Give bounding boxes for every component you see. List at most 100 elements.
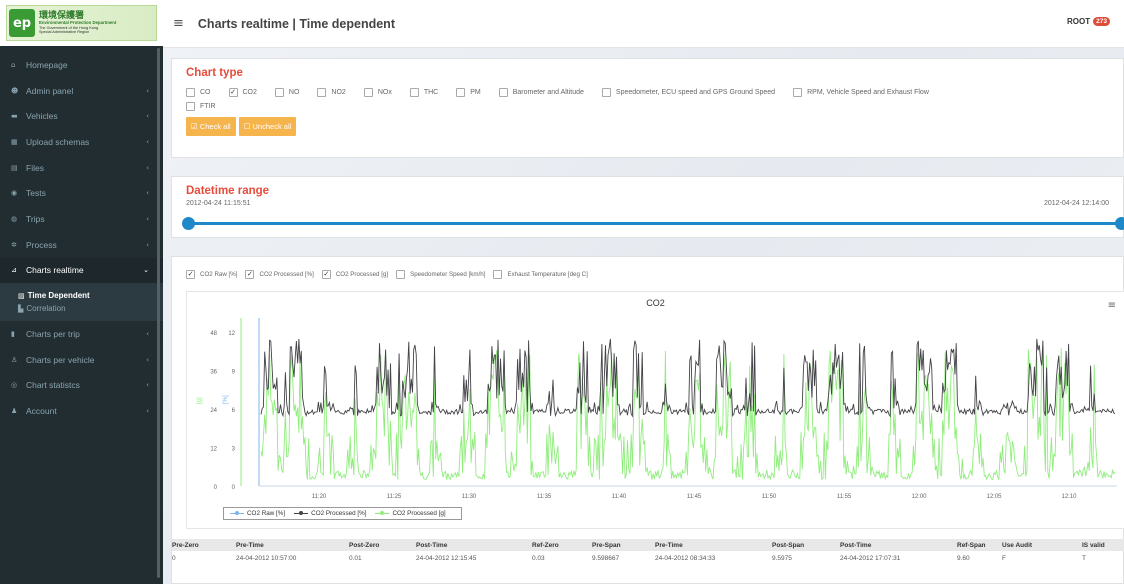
sidebar-item-charts-realtime[interactable]: ⊿ Charts realtime ⌄ [0,257,163,284]
chart-type-option[interactable]: Barometer and Altitude [498,85,584,99]
sidebar-item-charts-per-vehicle[interactable]: ♙ Charts per vehicle ‹ [0,347,163,373]
datetime-range-title: Datetime range [186,185,270,197]
checkbox-icon[interactable] [601,87,611,97]
chart-type-option[interactable]: NO [274,85,299,99]
hamburger-menu-icon[interactable]: ≡ [173,16,184,31]
series-toggle[interactable]: Speedometer Speed [km/h] [396,267,485,281]
chart-type-option[interactable]: THC [409,85,439,99]
users-icon: ☻ [11,86,19,95]
check-all-button[interactable]: ☑ Check all [186,117,236,136]
checkbox-icon[interactable] [793,87,803,97]
range-start-label: 2012-04-24 11:15:51 [186,200,251,207]
chevron-left-icon: ‹ [146,240,149,249]
sidebar-subitem-correlation[interactable]: ▙ Correlation [0,302,163,315]
chart-title: CO2 [646,298,665,308]
chart-type-option[interactable]: RPM, Vehicle Speed and Exhaust Flow [793,85,929,99]
table-header-cell[interactable]: Pre-Span [592,542,621,549]
table-header-cell[interactable]: Pre-Time [655,542,683,549]
sidebar-item-homepage[interactable]: ⌂ Homepage [0,52,163,78]
series-toggle[interactable]: ✓ CO2 Processed [%] [245,267,314,281]
checkbox-checked-icon[interactable]: ✓ [186,269,195,279]
checkbox-icon[interactable] [186,87,195,97]
sidebar-item-files[interactable]: ▤ Files ‹ [0,155,163,181]
checkbox-icon[interactable] [498,87,508,97]
datetime-slider-track[interactable] [190,222,1119,225]
sidebar-item-chart-statistics[interactable]: ◎ Chart statistcs ‹ [0,373,163,399]
sidebar-item-vehicles[interactable]: ▬ Vehicles ‹ [0,103,163,129]
table-header-cell[interactable]: IS valid [1082,542,1105,549]
table-header-cell[interactable]: Post-Time [840,542,871,549]
series-toggle[interactable]: Exhaust Temperature [deg C] [493,267,588,281]
series-toggle[interactable]: ✓ CO2 Raw [%] [186,267,237,281]
table-header-cell[interactable]: Pre-Time [236,542,264,549]
series-toggle[interactable]: ✓ CO2 Processed [g] [321,267,388,281]
slider-handle-end[interactable] [1115,217,1124,230]
sidebar-item-trips[interactable]: ◍ Trips ‹ [0,206,163,232]
checkbox-icon[interactable] [274,87,284,97]
y-left-tick-label: 12 [210,447,217,453]
legend-item-co2-processed-pct[interactable]: CO2 Processed [%] [294,510,366,517]
table-header-cell[interactable]: Post-Span [772,542,804,549]
legend-item-co2-raw[interactable]: CO2 Raw [%] [230,510,285,517]
x-tick-label: 11:30 [462,494,477,500]
chart-type-box: Chart type CO ✓ CO2 NO NO2 NOx THC PM Barometer … [171,58,1124,158]
home-icon: ⌂ [11,60,16,69]
chart-menu-icon[interactable]: ≡ [1108,300,1116,311]
chevron-left-icon: ‹ [146,86,149,95]
table-row: 0 24-04-2012 10:57:00 0.01 24-04-2012 12:15… [172,551,1124,565]
slider-handle-start[interactable] [182,217,195,230]
table-header-cell[interactable]: Use Audit [1002,542,1032,549]
legend-item-co2-processed-g[interactable]: CO2 Processed [g] [375,510,446,517]
table-header-cell[interactable]: Ref-Span [957,542,986,549]
checkbox-icon[interactable] [317,87,327,97]
sidebar-scrollbar[interactable] [157,48,160,578]
x-tick-label: 11:40 [612,494,627,500]
checkbox-checked-icon[interactable]: ✓ [228,87,238,97]
checkbox-icon[interactable] [409,87,419,97]
chevron-left-icon: ‹ [146,330,149,339]
chart-type-option[interactable]: NOx [363,85,392,99]
checkbox-checked-icon[interactable]: ✓ [245,269,255,279]
checkbox-icon[interactable] [493,269,503,279]
uncheck-all-button[interactable]: ☐ Uncheck all [238,117,297,136]
chevron-left-icon: ‹ [146,214,149,223]
chart-type-option[interactable]: PM [456,85,481,99]
table-header-cell[interactable]: Post-Zero [349,542,379,549]
checkbox-icon[interactable] [456,87,466,97]
sidebar-item-charts-per-trip[interactable]: ▮ Charts per trip ‹ [0,321,163,347]
series-toggle-label: CO2 Raw [%] [200,270,238,278]
x-tick-label: 12:00 [911,494,927,500]
globe-icon: ◎ [11,381,18,390]
chart-type-option[interactable]: ✓ CO2 [228,85,257,99]
sidebar-item-tests[interactable]: ◉ Tests ‹ [0,180,163,206]
x-tick-label: 11:20 [312,494,327,500]
y-left-tick-label: 48 [210,331,217,337]
sidebar-menu: ⌂ Homepage ☻ Admin panel ‹ ▬ Vehicles ‹ ▦ Uplo… [0,46,163,424]
x-tick-label: 11:35 [537,494,552,500]
table-cell: 24-04-2012 10:57:00 [236,554,297,562]
chart-panel: ✓ CO2 Raw [%] ✓ CO2 Processed [%] ✓ CO2 Proce… [171,256,1124,584]
sidebar-subitem-time-dependent[interactable]: ▨ Time Dependent [0,289,163,302]
user-menu[interactable]: ROOT 273 [1067,17,1110,26]
sidebar-item-account[interactable]: ♟ Account ‹ [0,398,163,424]
checkbox-icon[interactable] [363,87,373,97]
table-cell: T [1082,554,1086,562]
square-icon: ☐ [243,122,251,131]
sidebar-item-process[interactable]: ✲ Process ‹ [0,232,163,258]
table-header-cell[interactable]: Ref-Zero [532,542,559,549]
chart-type-option[interactable]: Speedometer, ECU speed and GPS Ground Sp… [601,85,775,99]
sidebar-item-admin-panel[interactable]: ☻ Admin panel ‹ [0,78,163,104]
chart-type-option[interactable]: NO2 [317,85,346,99]
chart-type-option[interactable]: FTIR [186,99,216,113]
chart-type-option-label: THC [423,88,439,96]
logo-area[interactable]: ep 環境保護署 Environmental Protection Depart… [0,0,163,46]
chart-type-option[interactable]: CO [186,85,211,99]
table-header-cell[interactable]: Post-Time [416,542,447,549]
checkbox-checked-icon[interactable]: ✓ [321,269,331,279]
checkbox-icon[interactable] [186,101,195,111]
user-name: ROOT [1067,17,1091,26]
sidebar-item-upload-schemas[interactable]: ▦ Upload schemas ‹ [0,129,163,155]
legend-marker [294,511,309,515]
checkbox-icon[interactable] [396,269,406,279]
table-header-cell[interactable]: Pre-Zero [172,542,199,549]
